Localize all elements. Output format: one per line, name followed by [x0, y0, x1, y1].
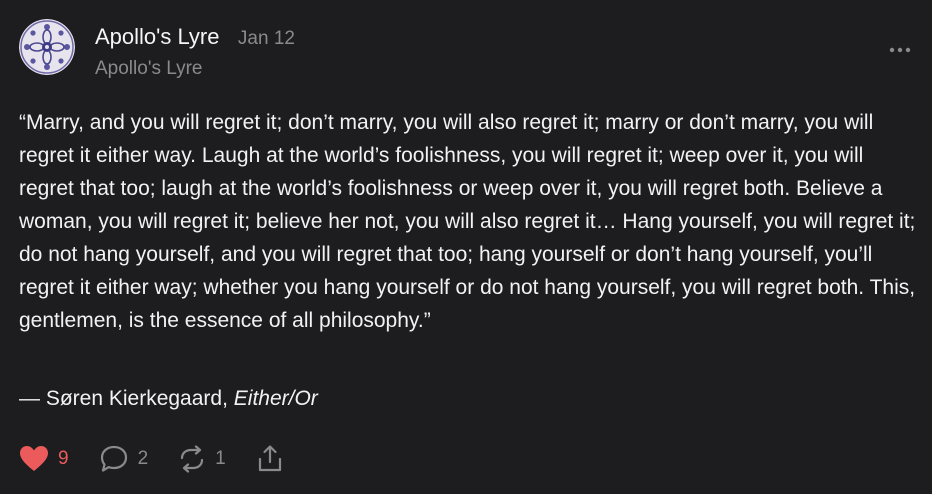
- share-icon: [258, 445, 281, 472]
- comment-button[interactable]: 2: [99, 444, 149, 474]
- restack-count: 1: [215, 448, 226, 469]
- attribution-author: — Søren Kierkegaard,: [19, 387, 234, 410]
- restack-icon: [181, 445, 204, 473]
- quote-attribution: — Søren Kierkegaard, Either/Or: [19, 382, 318, 415]
- share-button[interactable]: [256, 444, 284, 474]
- comment-bubble-icon: [100, 445, 127, 472]
- quote-body: “Marry, and you will regret it; don’t ma…: [19, 111, 916, 332]
- lyre-medallion-icon: [19, 19, 75, 75]
- action-bar: 9 2 1: [19, 442, 314, 476]
- attribution-work: Either/Or: [233, 387, 318, 410]
- like-button[interactable]: 9: [19, 445, 69, 473]
- heart-icon: [20, 446, 48, 471]
- ellipsis-horizontal-icon: [889, 47, 911, 53]
- note-post: Apollo's Lyre Jan 12 Apollo's Lyre “Marr…: [0, 0, 932, 494]
- author-name[interactable]: Apollo's Lyre: [95, 24, 219, 49]
- publication-name[interactable]: Apollo's Lyre: [95, 58, 202, 80]
- post-date[interactable]: Jan 12: [238, 28, 295, 49]
- like-count: 9: [58, 448, 69, 469]
- author-line: Apollo's Lyre Jan 12: [95, 24, 295, 50]
- author-avatar[interactable]: [19, 19, 75, 75]
- comment-count: 2: [137, 448, 149, 469]
- more-options-button[interactable]: [882, 38, 918, 62]
- restack-button[interactable]: 1: [178, 445, 226, 473]
